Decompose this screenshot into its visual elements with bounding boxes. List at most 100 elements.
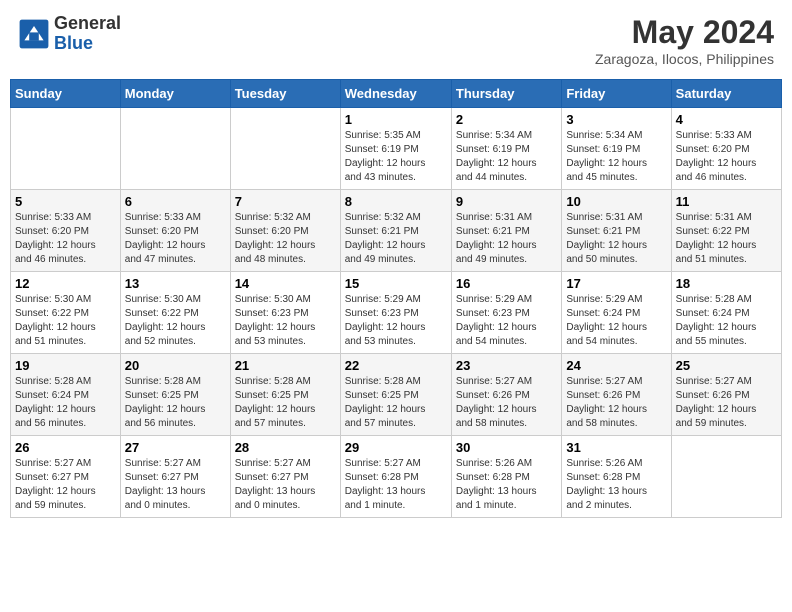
- day-number: 19: [15, 358, 116, 373]
- day-info: Sunrise: 5:32 AM Sunset: 6:20 PM Dayligh…: [235, 211, 336, 267]
- day-info: Sunrise: 5:28 AM Sunset: 6:24 PM Dayligh…: [15, 375, 116, 431]
- day-info: Sunrise: 5:29 AM Sunset: 6:23 PM Dayligh…: [456, 293, 557, 349]
- day-info: Sunrise: 5:34 AM Sunset: 6:19 PM Dayligh…: [566, 129, 666, 185]
- calendar-cell: [230, 108, 340, 190]
- calendar-cell: 14 Sunrise: 5:30 AM Sunset: 6:23 PM Dayli…: [230, 272, 340, 354]
- month-year: May 2024: [595, 14, 774, 51]
- day-number: 5: [15, 194, 116, 209]
- day-info: Sunrise: 5:28 AM Sunset: 6:25 PM Dayligh…: [125, 375, 226, 431]
- weekday-header-sunday: Sunday: [11, 80, 121, 108]
- day-info: Sunrise: 5:28 AM Sunset: 6:25 PM Dayligh…: [235, 375, 336, 431]
- day-number: 17: [566, 276, 666, 291]
- calendar-cell: 26Sunrise: 5:27 AM Sunset: 6:27 PM Dayli…: [11, 436, 121, 518]
- day-number: 24: [566, 358, 666, 373]
- day-number: 14: [235, 276, 336, 291]
- day-info: Sunrise: 5:27 AM Sunset: 6:26 PM Dayligh…: [456, 375, 557, 431]
- day-info: Sunrise: 5:26 AM Sunset: 6:28 PM Dayligh…: [456, 457, 557, 513]
- weekday-header-saturday: Saturday: [671, 80, 781, 108]
- day-number: 25: [676, 358, 777, 373]
- calendar-week-1: 1Sunrise: 5:35 AM Sunset: 6:19 PM Daylig…: [11, 108, 782, 190]
- day-number: 29: [345, 440, 447, 455]
- calendar-cell: 4Sunrise: 5:33 AM Sunset: 6:20 PM Daylig…: [671, 108, 781, 190]
- day-number: 7: [235, 194, 336, 209]
- calendar-cell: 5 Sunrise: 5:33 AM Sunset: 6:20 PM Daylig…: [11, 190, 121, 272]
- day-info: Sunrise: 5:26 AM Sunset: 6:28 PM Dayligh…: [566, 457, 666, 513]
- day-info: Sunrise: 5:27 AM Sunset: 6:27 PM Dayligh…: [125, 457, 226, 513]
- calendar-cell: 3 Sunrise: 5:34 AM Sunset: 6:19 PM Daylig…: [562, 108, 671, 190]
- calendar-cell: 2 Sunrise: 5:34 AM Sunset: 6:19 PM Daylig…: [451, 108, 561, 190]
- day-number: 4: [676, 112, 777, 127]
- day-number: 26: [15, 440, 116, 455]
- calendar-cell: 22 Sunrise: 5:28 AM Sunset: 6:25 PM Dayli…: [340, 354, 451, 436]
- calendar-week-2: 5 Sunrise: 5:33 AM Sunset: 6:20 PM Daylig…: [11, 190, 782, 272]
- day-number: 30: [456, 440, 557, 455]
- day-number: 9: [456, 194, 557, 209]
- calendar-cell: 19 Sunrise: 5:28 AM Sunset: 6:24 PM Dayli…: [11, 354, 121, 436]
- day-number: 3: [566, 112, 666, 127]
- calendar-cell: 7 Sunrise: 5:32 AM Sunset: 6:20 PM Daylig…: [230, 190, 340, 272]
- day-info: Sunrise: 5:27 AM Sunset: 6:26 PM Dayligh…: [676, 375, 777, 431]
- day-number: 1: [345, 112, 447, 127]
- page-header: General Blue May 2024 Zaragoza, Ilocos, …: [10, 10, 782, 71]
- calendar-cell: 13 Sunrise: 5:30 AM Sunset: 6:22 PM Dayli…: [120, 272, 230, 354]
- calendar-cell: [11, 108, 121, 190]
- calendar-cell: 20 Sunrise: 5:28 AM Sunset: 6:25 PM Dayli…: [120, 354, 230, 436]
- calendar-cell: 18 Sunrise: 5:28 AM Sunset: 6:24 PM Dayli…: [671, 272, 781, 354]
- day-info: Sunrise: 5:30 AM Sunset: 6:22 PM Dayligh…: [125, 293, 226, 349]
- location: Zaragoza, Ilocos, Philippines: [595, 51, 774, 67]
- calendar-cell: 28Sunrise: 5:27 AM Sunset: 6:27 PM Dayli…: [230, 436, 340, 518]
- day-number: 22: [345, 358, 447, 373]
- day-info: Sunrise: 5:27 AM Sunset: 6:28 PM Dayligh…: [345, 457, 447, 513]
- calendar-cell: 27 Sunrise: 5:27 AM Sunset: 6:27 PM Dayli…: [120, 436, 230, 518]
- day-number: 16: [456, 276, 557, 291]
- calendar-cell: 23 Sunrise: 5:27 AM Sunset: 6:26 PM Dayli…: [451, 354, 561, 436]
- day-number: 8: [345, 194, 447, 209]
- calendar-cell: 16 Sunrise: 5:29 AM Sunset: 6:23 PM Dayli…: [451, 272, 561, 354]
- day-info: Sunrise: 5:31 AM Sunset: 6:21 PM Dayligh…: [566, 211, 666, 267]
- day-info: Sunrise: 5:33 AM Sunset: 6:20 PM Dayligh…: [125, 211, 226, 267]
- day-number: 31: [566, 440, 666, 455]
- calendar-cell: 30 Sunrise: 5:26 AM Sunset: 6:28 PM Dayli…: [451, 436, 561, 518]
- day-info: Sunrise: 5:29 AM Sunset: 6:23 PM Dayligh…: [345, 293, 447, 349]
- logo-blue-text: Blue: [54, 33, 93, 53]
- day-number: 21: [235, 358, 336, 373]
- calendar-week-3: 12 Sunrise: 5:30 AM Sunset: 6:22 PM Dayli…: [11, 272, 782, 354]
- day-number: 12: [15, 276, 116, 291]
- day-number: 2: [456, 112, 557, 127]
- weekday-header-friday: Friday: [562, 80, 671, 108]
- day-number: 15: [345, 276, 447, 291]
- day-number: 27: [125, 440, 226, 455]
- day-number: 23: [456, 358, 557, 373]
- calendar-cell: 25 Sunrise: 5:27 AM Sunset: 6:26 PM Dayli…: [671, 354, 781, 436]
- day-number: 11: [676, 194, 777, 209]
- calendar-cell: 6Sunrise: 5:33 AM Sunset: 6:20 PM Daylig…: [120, 190, 230, 272]
- day-info: Sunrise: 5:30 AM Sunset: 6:23 PM Dayligh…: [235, 293, 336, 349]
- day-info: Sunrise: 5:32 AM Sunset: 6:21 PM Dayligh…: [345, 211, 447, 267]
- calendar-header-row: SundayMondayTuesdayWednesdayThursdayFrid…: [11, 80, 782, 108]
- day-info: Sunrise: 5:33 AM Sunset: 6:20 PM Dayligh…: [15, 211, 116, 267]
- weekday-header-wednesday: Wednesday: [340, 80, 451, 108]
- logo-general-text: General: [54, 13, 121, 33]
- day-number: 13: [125, 276, 226, 291]
- day-info: Sunrise: 5:30 AM Sunset: 6:22 PM Dayligh…: [15, 293, 116, 349]
- calendar-cell: 11 Sunrise: 5:31 AM Sunset: 6:22 PM Dayli…: [671, 190, 781, 272]
- day-info: Sunrise: 5:34 AM Sunset: 6:19 PM Dayligh…: [456, 129, 557, 185]
- calendar-cell: 9Sunrise: 5:31 AM Sunset: 6:21 PM Daylig…: [451, 190, 561, 272]
- day-number: 10: [566, 194, 666, 209]
- day-info: Sunrise: 5:27 AM Sunset: 6:27 PM Dayligh…: [235, 457, 336, 513]
- day-number: 20: [125, 358, 226, 373]
- calendar-cell: 17 Sunrise: 5:29 AM Sunset: 6:24 PM Dayli…: [562, 272, 671, 354]
- logo: General Blue: [18, 14, 121, 54]
- calendar-cell: [671, 436, 781, 518]
- calendar-cell: 21 Sunrise: 5:28 AM Sunset: 6:25 PM Dayli…: [230, 354, 340, 436]
- day-info: Sunrise: 5:28 AM Sunset: 6:24 PM Dayligh…: [676, 293, 777, 349]
- calendar-cell: 15 Sunrise: 5:29 AM Sunset: 6:23 PM Dayli…: [340, 272, 451, 354]
- calendar-cell: 8 Sunrise: 5:32 AM Sunset: 6:21 PM Daylig…: [340, 190, 451, 272]
- logo-icon: [18, 18, 50, 50]
- calendar-cell: 1Sunrise: 5:35 AM Sunset: 6:19 PM Daylig…: [340, 108, 451, 190]
- day-info: Sunrise: 5:28 AM Sunset: 6:25 PM Dayligh…: [345, 375, 447, 431]
- calendar-cell: 10 Sunrise: 5:31 AM Sunset: 6:21 PM Dayli…: [562, 190, 671, 272]
- day-info: Sunrise: 5:31 AM Sunset: 6:22 PM Dayligh…: [676, 211, 777, 267]
- day-number: 18: [676, 276, 777, 291]
- day-info: Sunrise: 5:29 AM Sunset: 6:24 PM Dayligh…: [566, 293, 666, 349]
